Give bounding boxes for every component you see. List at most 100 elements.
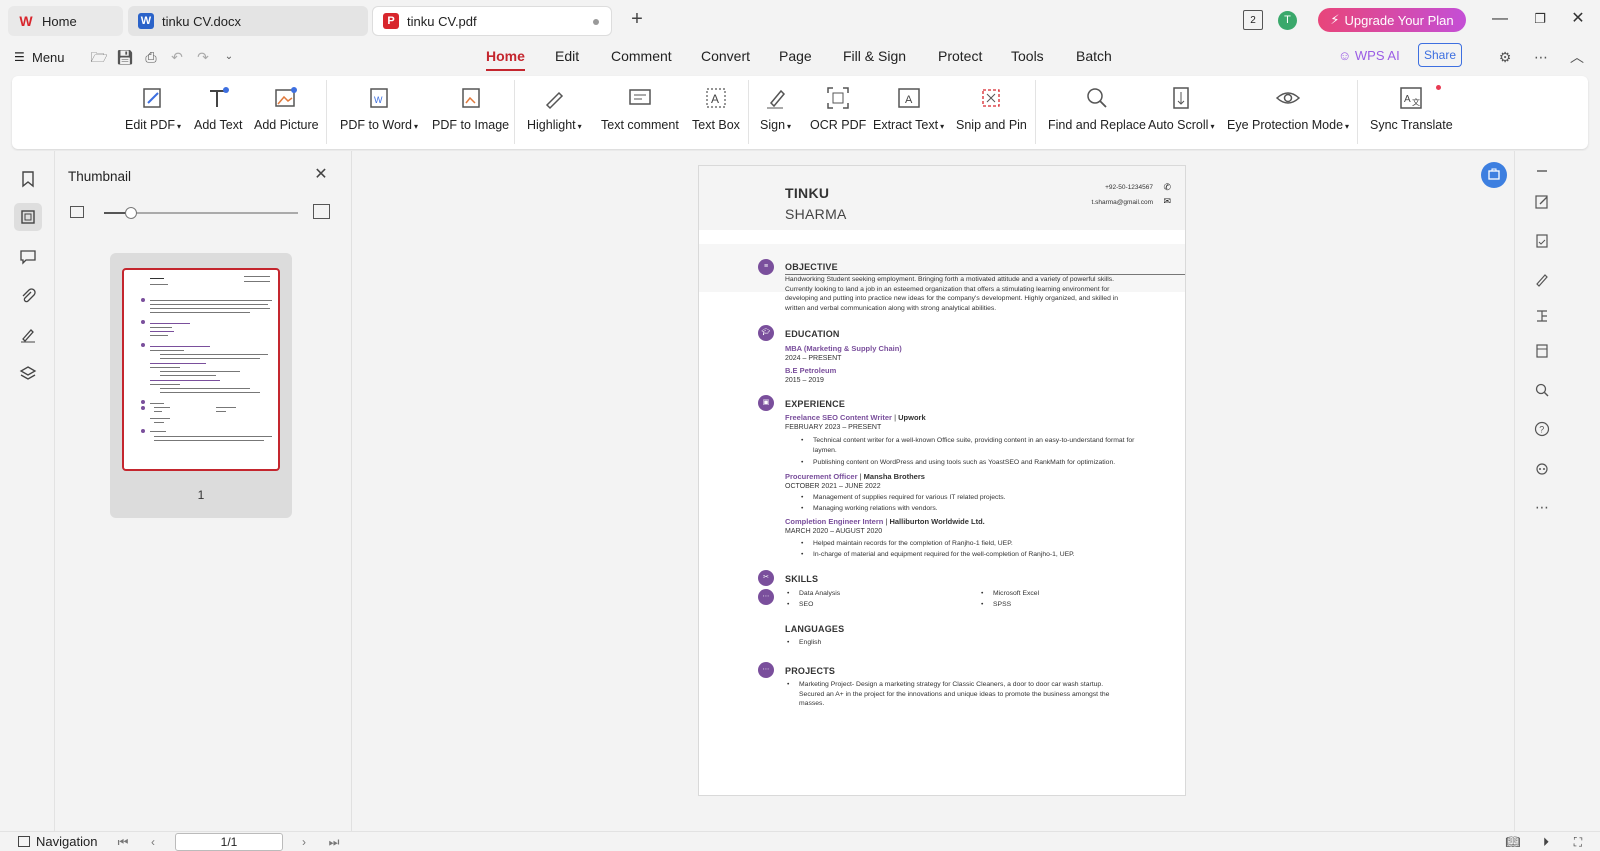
add-text-button[interactable]: Add Text	[194, 84, 242, 142]
window-count-icon[interactable]: 2	[1243, 10, 1263, 30]
avatar-letter: T	[1284, 14, 1291, 26]
text-comment-button[interactable]: Text comment	[601, 84, 679, 142]
reading-mode-icon[interactable]: 📖︎	[1505, 834, 1521, 850]
more-options-icon[interactable]: ⋯	[1532, 48, 1550, 66]
avatar[interactable]: T	[1278, 11, 1297, 30]
collapse-panel-icon[interactable]	[1532, 161, 1552, 181]
redo-icon[interactable]: ↷	[194, 48, 212, 66]
find-and-replace-button[interactable]: Find and Replace	[1048, 84, 1146, 142]
tab-fill-sign[interactable]: Fill & Sign	[843, 48, 906, 64]
ribbon-toolbar: Edit PDF ▾ Add Text Add Picture W PDF to …	[12, 76, 1588, 149]
new-tab-button[interactable]: +	[626, 9, 648, 31]
extract-text-icon: A	[895, 84, 923, 112]
thumbnail-size-slider-knob[interactable]	[125, 207, 138, 219]
page-tool-icon[interactable]	[1532, 341, 1552, 361]
tab-home-ribbon[interactable]: Home	[486, 48, 525, 71]
wps-ai-icon: ☺	[1338, 48, 1352, 63]
snip-and-pin-button[interactable]: Snip and Pin	[956, 84, 1027, 142]
tab-pdf[interactable]: P tinku CV.pdf	[372, 6, 612, 36]
skills-list-icon: ⋯	[758, 589, 774, 605]
pdf-page[interactable]: TINKU SHARMA +92-50-1234567 ✆ t.sharma@g…	[698, 165, 1186, 796]
tab-convert[interactable]: Convert	[701, 48, 750, 64]
first-page-icon[interactable]: ⏮	[115, 834, 131, 850]
text-comment-icon	[626, 84, 654, 112]
sign-button[interactable]: Sign ▾	[760, 84, 791, 142]
job-2-title: Procurement Officer | Mansha Brothers	[785, 472, 925, 481]
right-sidebar-rail: ? ⋯	[1514, 151, 1600, 831]
tab-home[interactable]: W Home	[8, 6, 123, 36]
auto-scroll-label: Auto Scroll	[1148, 118, 1209, 132]
search-icon	[1083, 84, 1111, 112]
collapse-ribbon-icon[interactable]: ︿	[1568, 48, 1586, 66]
minimize-icon[interactable]: —	[1490, 9, 1510, 29]
bookmark-icon[interactable]	[14, 165, 42, 193]
fullscreen-icon[interactable]: ⛶	[1570, 834, 1586, 850]
page-thumbnail[interactable]	[122, 268, 280, 471]
page-number-input[interactable]: 1/1	[175, 833, 283, 851]
tab-pdf-label: tinku CV.pdf	[407, 13, 477, 29]
text-box-button[interactable]: A Text Box	[692, 84, 740, 142]
tab-tools[interactable]: Tools	[1011, 48, 1044, 64]
tab-page[interactable]: Page	[779, 48, 812, 64]
signature-panel-icon[interactable]	[14, 321, 42, 349]
close-panel-icon[interactable]: ✕	[312, 166, 330, 184]
thumbnail-panel-title: Thumbnail	[68, 169, 132, 184]
comment-panel-icon[interactable]	[14, 243, 42, 271]
edit-pdf-button[interactable]: Edit PDF ▾	[125, 84, 181, 142]
document-viewport[interactable]: TINKU SHARMA +92-50-1234567 ✆ t.sharma@g…	[353, 151, 1513, 831]
help-icon[interactable]: ?	[1532, 419, 1552, 439]
title-bar: W Home W tinku CV.docx P tinku CV.pdf + …	[0, 0, 1600, 40]
layers-icon[interactable]	[14, 360, 42, 388]
more-quick-actions-icon[interactable]: ⌄	[220, 48, 238, 66]
compare-icon[interactable]	[1532, 306, 1552, 326]
upgrade-plan-button[interactable]: ⚡ Upgrade Your Plan	[1318, 8, 1466, 32]
attachment-icon[interactable]	[14, 282, 42, 310]
job-1-bullet-2: Publishing content on WordPress and usin…	[801, 458, 1143, 468]
search-side-icon[interactable]	[1532, 380, 1552, 400]
document-check-icon[interactable]	[1532, 231, 1552, 251]
ocr-pdf-button[interactable]: OCR PDF	[810, 84, 866, 142]
open-folder-icon[interactable]: 🗁	[90, 48, 108, 66]
last-page-icon[interactable]: ⏭	[326, 834, 342, 850]
highlight-button[interactable]: Highlight ▾	[527, 84, 582, 142]
tab-docx[interactable]: W tinku CV.docx	[128, 6, 368, 36]
assistant-icon[interactable]	[1532, 458, 1552, 478]
navigation-toggle[interactable]: Navigation	[18, 834, 97, 849]
edit-pdf-label: Edit PDF	[125, 118, 176, 132]
job-3-org: Halliburton Worldwide Ltd.	[889, 517, 985, 526]
extract-text-button[interactable]: A Extract Text ▾	[873, 84, 944, 142]
experience-heading: EXPERIENCE	[785, 399, 846, 409]
floating-tool-button[interactable]	[1481, 162, 1507, 188]
menu-button[interactable]: ☰ Menu	[14, 46, 65, 68]
page-thumbnail-card[interactable]: 1	[110, 253, 292, 518]
next-page-icon[interactable]: ›	[296, 834, 312, 850]
edit-note-icon[interactable]	[1532, 192, 1552, 212]
undo-icon[interactable]: ↶	[168, 48, 186, 66]
eye-protection-button[interactable]: Eye Protection Mode ▾	[1227, 84, 1349, 142]
tab-batch[interactable]: Batch	[1076, 48, 1112, 64]
auto-scroll-button[interactable]: Auto Scroll ▾	[1148, 84, 1214, 142]
close-window-icon[interactable]: ✕	[1568, 9, 1588, 29]
print-icon[interactable]: ⎙	[142, 48, 160, 66]
zoom-in-thumbnail-icon[interactable]	[313, 204, 330, 219]
auto-scroll-icon	[1167, 84, 1195, 112]
previous-page-icon[interactable]: ‹	[145, 834, 161, 850]
save-icon[interactable]: 💾︎	[116, 48, 134, 66]
wps-ai-button[interactable]: ☺ WPS AI	[1338, 48, 1400, 63]
pdf-to-word-button[interactable]: W PDF to Word ▾	[340, 84, 418, 142]
thumbnail-panel-icon[interactable]	[14, 203, 42, 231]
play-slideshow-icon[interactable]: ⏵	[1538, 834, 1554, 850]
unsaved-dot-icon[interactable]	[593, 19, 599, 25]
sign-tool-icon[interactable]	[1532, 270, 1552, 290]
tab-protect[interactable]: Protect	[938, 48, 982, 64]
pdf-to-image-button[interactable]: PDF to Image	[432, 84, 509, 142]
sync-translate-button[interactable]: A文 Sync Translate	[1370, 84, 1453, 142]
zoom-out-thumbnail-icon[interactable]	[70, 206, 84, 218]
restore-icon[interactable]: ❐	[1530, 9, 1550, 29]
settings-gear-icon[interactable]: ⚙	[1496, 48, 1514, 66]
share-button[interactable]: Share	[1418, 43, 1462, 67]
more-tools-icon[interactable]: ⋯	[1532, 497, 1552, 517]
tab-comment[interactable]: Comment	[611, 48, 672, 64]
add-picture-button[interactable]: Add Picture	[254, 84, 319, 142]
tab-edit[interactable]: Edit	[555, 48, 579, 64]
